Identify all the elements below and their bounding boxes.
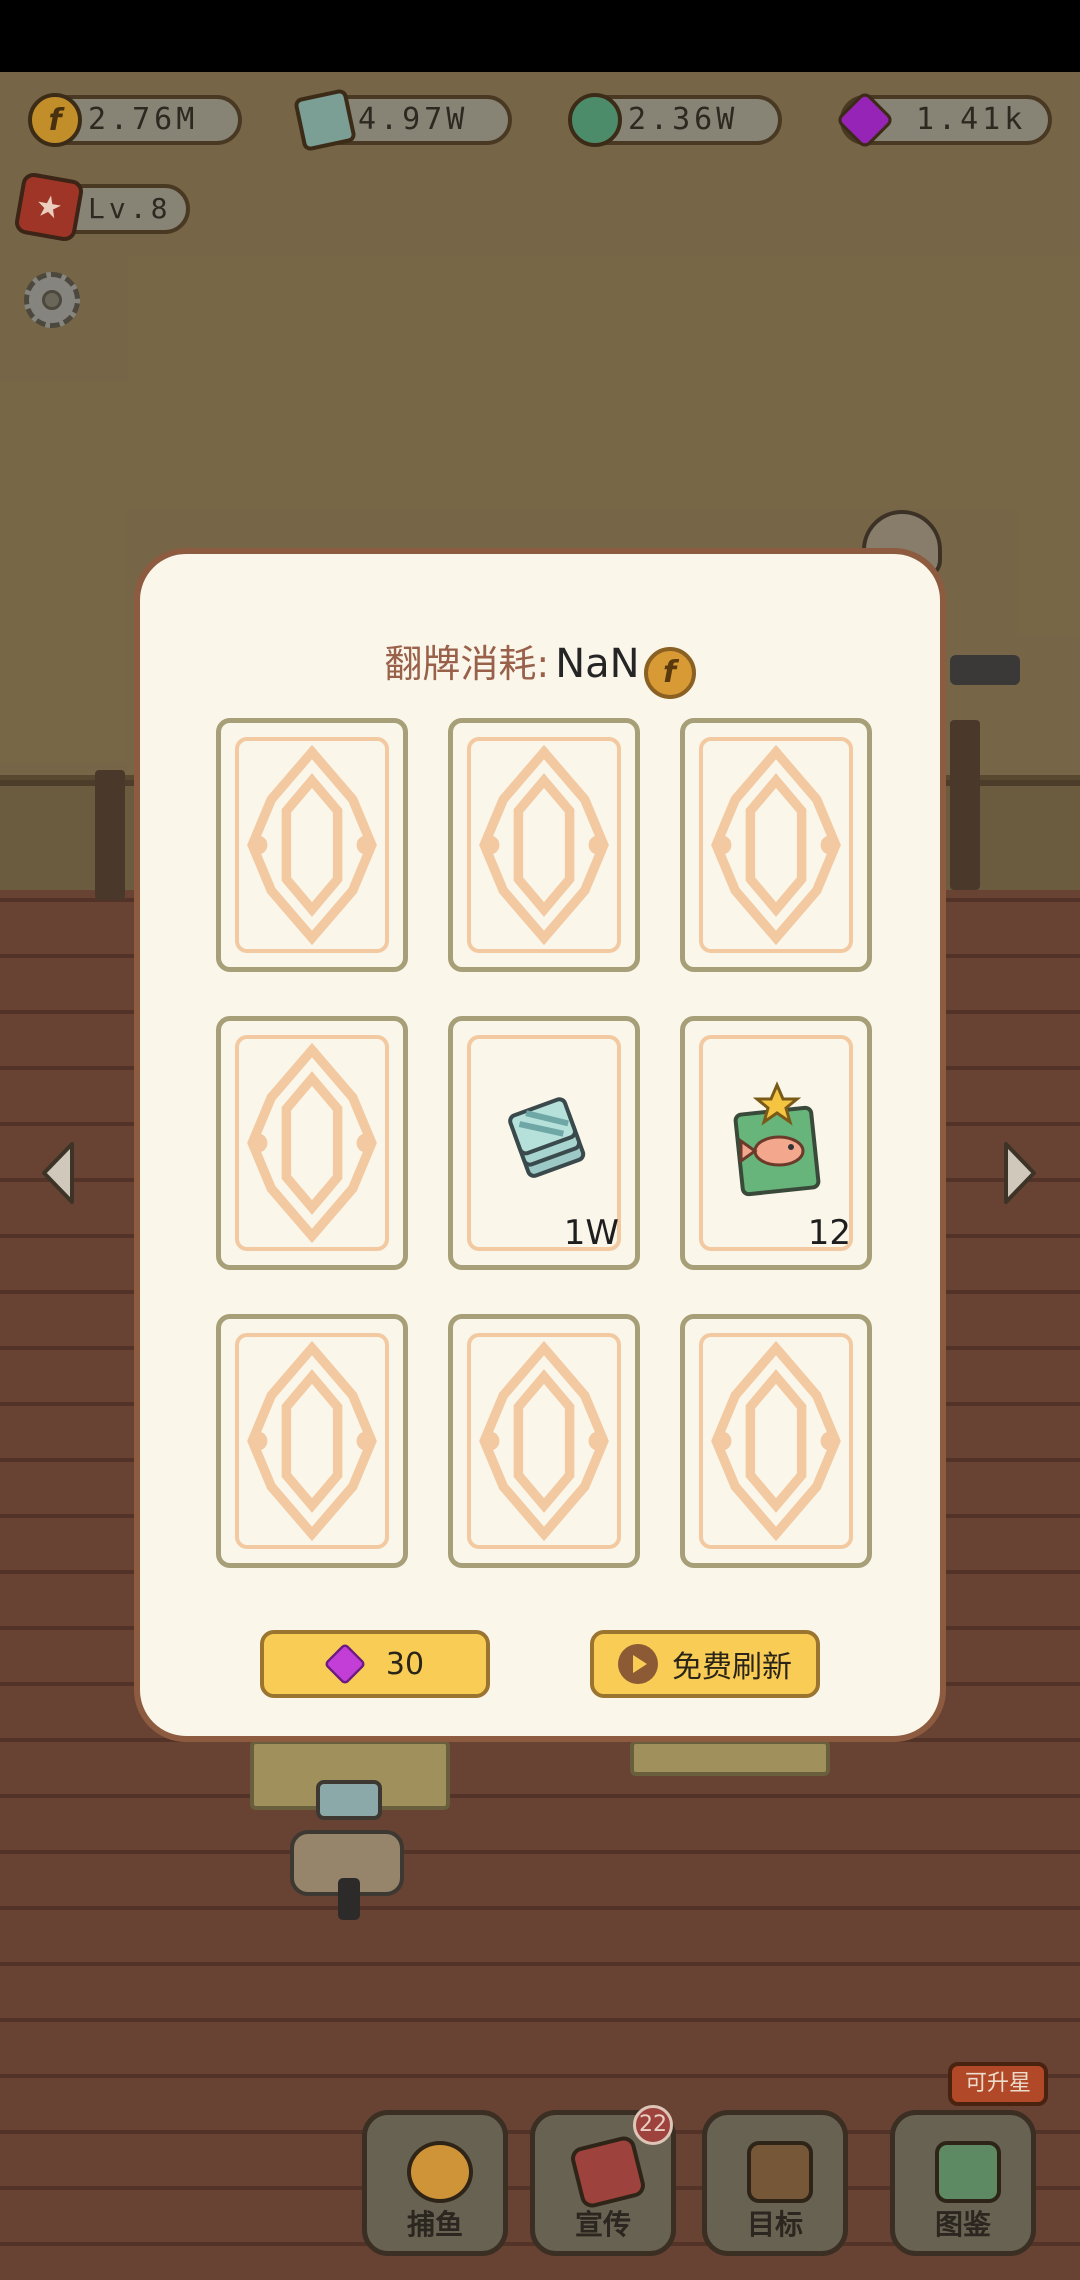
gem-flip-cost: 30 bbox=[385, 1646, 425, 1682]
card-back-pattern bbox=[467, 737, 621, 953]
fish-book-icon bbox=[733, 1081, 821, 1197]
reward-amount: 1W bbox=[563, 1213, 619, 1253]
card-back-pattern bbox=[235, 737, 389, 953]
play-icon bbox=[618, 1644, 658, 1684]
card-1[interactable] bbox=[216, 718, 408, 972]
card-back-pattern bbox=[467, 1333, 621, 1549]
gem-icon bbox=[323, 1642, 367, 1686]
card-4[interactable] bbox=[216, 1016, 408, 1270]
gem-flip-button[interactable]: 30 bbox=[260, 1630, 490, 1698]
card-back-pattern bbox=[235, 1035, 389, 1251]
card-6-revealed: 12 bbox=[680, 1016, 872, 1270]
card-back-pattern bbox=[699, 737, 853, 953]
card-9[interactable] bbox=[680, 1314, 872, 1568]
free-refresh-label: 免费刷新 bbox=[672, 1650, 792, 1685]
flip-cost-label: 翻牌消耗: bbox=[384, 642, 550, 686]
card-2[interactable] bbox=[448, 718, 640, 972]
card-7[interactable] bbox=[216, 1314, 408, 1568]
ticket-icon bbox=[508, 1097, 586, 1178]
card-8[interactable] bbox=[448, 1314, 640, 1568]
coin-icon: f bbox=[643, 646, 696, 699]
card-back-pattern bbox=[235, 1333, 389, 1549]
card-flip-dialog: 翻牌消耗: NaN f 1W 12 bbox=[134, 548, 946, 1742]
reward-amount: 12 bbox=[807, 1213, 851, 1253]
dialog-title: 翻牌消耗: NaN f bbox=[140, 636, 940, 699]
free-refresh-button[interactable]: 免费刷新 bbox=[590, 1630, 820, 1698]
flip-cost-value: NaN bbox=[555, 641, 640, 687]
status-bar bbox=[0, 0, 1080, 72]
card-3[interactable] bbox=[680, 718, 872, 972]
card-5-revealed: 1W bbox=[448, 1016, 640, 1270]
card-back-pattern bbox=[699, 1333, 853, 1549]
